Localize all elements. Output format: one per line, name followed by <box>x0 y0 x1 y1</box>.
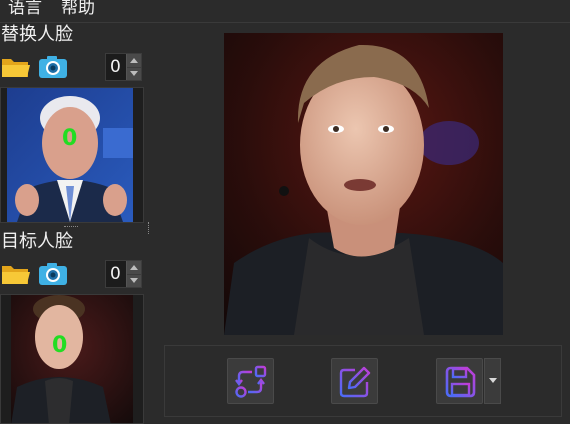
source-face-index-value: 0 <box>110 57 121 77</box>
chevron-down-icon <box>130 278 138 283</box>
source-face-index-spinbox[interactable]: 0 <box>105 53 142 81</box>
target-spin-up-button[interactable] <box>127 261 141 275</box>
source-face-image <box>7 88 133 222</box>
source-camera-button[interactable] <box>38 54 68 80</box>
source-face-marker: 0 <box>62 126 78 151</box>
save-icon <box>445 366 476 398</box>
save-button[interactable] <box>436 358 483 404</box>
chevron-down-icon <box>130 71 138 76</box>
chevron-down-icon <box>489 378 497 383</box>
target-face-index-spinbox[interactable]: 0 <box>105 260 142 288</box>
swap-icon <box>235 365 267 398</box>
action-toolbar <box>164 345 562 417</box>
camera-icon <box>39 56 67 78</box>
target-face-marker: 0 <box>52 333 68 358</box>
camera-icon <box>39 263 67 285</box>
menu-help[interactable]: 帮助 <box>61 0 95 19</box>
source-spin-up-button[interactable] <box>127 54 141 68</box>
source-face-label: 替换人脸 <box>1 24 73 45</box>
menu-language[interactable]: 语言 <box>8 0 42 19</box>
edit-button[interactable] <box>331 358 378 404</box>
chevron-up-icon <box>130 265 138 270</box>
save-options-dropdown[interactable] <box>484 358 501 404</box>
source-spin-down-button[interactable] <box>127 67 141 80</box>
target-face-image <box>11 295 133 423</box>
folder-icon <box>2 59 30 77</box>
chevron-up-icon <box>130 58 138 63</box>
target-spin-arrows <box>126 261 141 287</box>
target-face-index-value: 0 <box>110 264 121 284</box>
source-open-folder-button[interactable] <box>1 54 31 80</box>
target-face-label: 目标人脸 <box>1 231 73 252</box>
preview-image <box>224 33 503 335</box>
target-face-thumbnail[interactable]: 0 <box>0 294 144 424</box>
edit-icon <box>339 366 371 398</box>
swap-face-button[interactable] <box>227 358 274 404</box>
section-splitter[interactable] <box>64 226 78 229</box>
menu-bar: 语言 帮助 <box>0 0 570 23</box>
target-camera-button[interactable] <box>38 261 68 287</box>
folder-icon <box>2 266 30 284</box>
preview-photo <box>224 33 503 335</box>
target-spin-down-button[interactable] <box>127 274 141 287</box>
source-face-thumbnail[interactable]: 0 <box>0 87 144 223</box>
panel-splitter[interactable] <box>148 222 152 234</box>
target-open-folder-button[interactable] <box>1 261 31 287</box>
source-spin-arrows <box>126 54 141 80</box>
